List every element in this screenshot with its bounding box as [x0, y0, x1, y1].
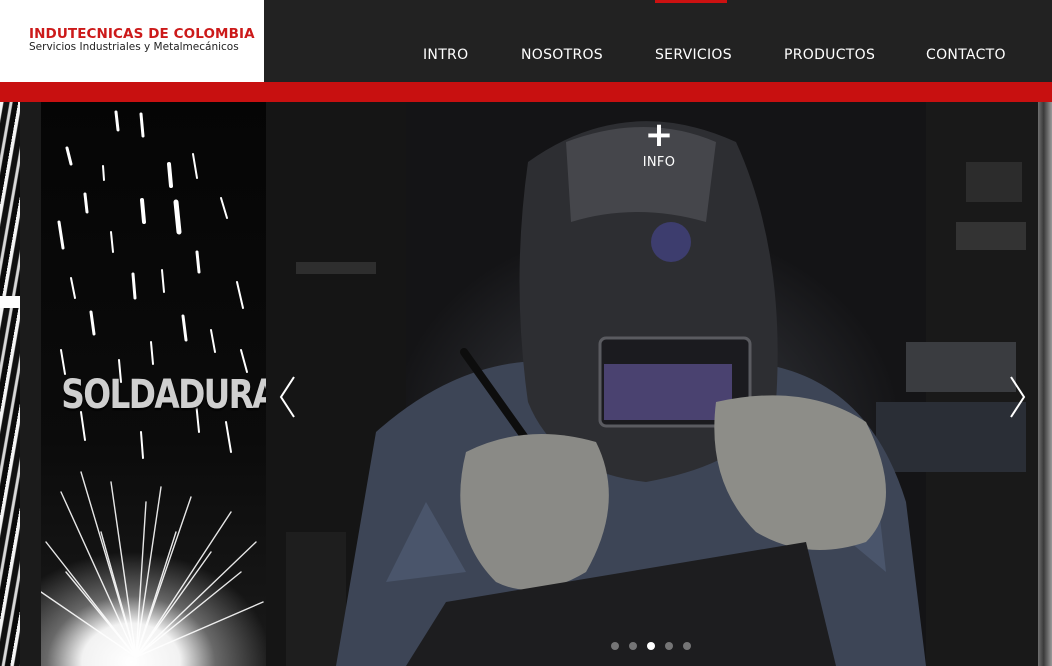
slider-prev-button[interactable] — [276, 373, 300, 421]
header-red-band — [0, 82, 1052, 102]
previous-slide-highlight — [0, 296, 20, 308]
previous-slide-peek — [0, 102, 20, 666]
slider-dot-1[interactable] — [611, 642, 619, 650]
slider-gap — [20, 102, 41, 666]
chevron-left-icon — [279, 376, 295, 418]
info-label: INFO — [642, 155, 676, 170]
slider-dot-4[interactable] — [665, 642, 673, 650]
image-slider[interactable]: SOLDADURA — [0, 102, 1052, 666]
logo[interactable]: INDUTECNICAS DE COLOMBIA Servicios Indus… — [0, 0, 264, 82]
slider-next-button[interactable] — [1005, 373, 1029, 421]
slider-dot-5[interactable] — [683, 642, 691, 650]
next-slide-peek — [1038, 102, 1052, 666]
slider-dot-3[interactable] — [647, 642, 655, 650]
nav-item-nosotros[interactable]: NOSOTROS — [521, 47, 603, 63]
soldadura-panel[interactable]: SOLDADURA — [41, 102, 266, 666]
logo-subtitle: Servicios Industriales y Metalmecánicos — [29, 41, 239, 53]
slider-dot-2[interactable] — [629, 642, 637, 650]
info-button[interactable]: + INFO — [640, 115, 678, 170]
welder-photo — [266, 102, 1038, 666]
nav-item-productos[interactable]: PRODUCTOS — [784, 47, 875, 63]
main-nav: INTRO NOSOTROS SERVICIOS PRODUCTOS CONTA… — [264, 0, 1052, 82]
nav-item-contacto[interactable]: CONTACTO — [926, 47, 1006, 63]
nav-item-intro[interactable]: INTRO — [423, 47, 468, 63]
chevron-right-icon — [1010, 376, 1026, 418]
welder-illustration — [266, 102, 1038, 666]
site-header: INDUTECNICAS DE COLOMBIA Servicios Indus… — [0, 0, 1052, 82]
plus-icon: + — [644, 115, 674, 155]
nav-item-servicios[interactable]: SERVICIOS — [655, 47, 732, 63]
logo-title: INDUTECNICAS DE COLOMBIA — [29, 26, 255, 42]
soldadura-title: SOLDADURA — [61, 372, 266, 418]
